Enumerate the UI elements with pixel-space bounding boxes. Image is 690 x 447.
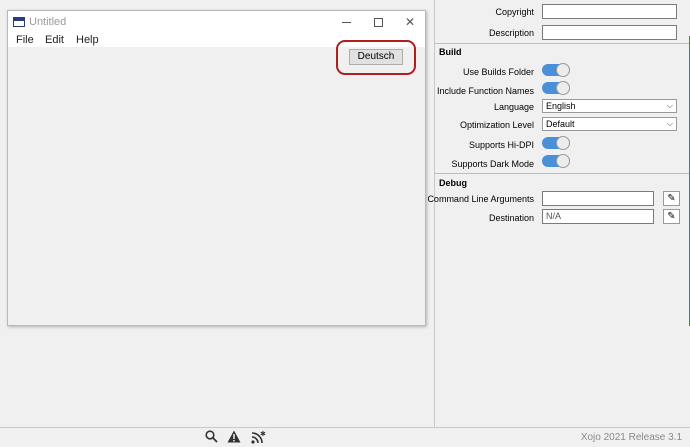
close-button[interactable]: ✕ bbox=[395, 12, 425, 32]
version-label: Xojo 2021 Release 3.1 bbox=[580, 432, 682, 443]
toggle-knob bbox=[556, 136, 570, 150]
warning-icon[interactable] bbox=[226, 430, 242, 446]
description-field[interactable] bbox=[542, 25, 677, 40]
pencil-icon: ✎ bbox=[667, 193, 676, 204]
destination-field[interactable]: N/A bbox=[542, 209, 654, 224]
deutsch-button[interactable]: Deutsch bbox=[349, 49, 403, 65]
edit-destination-button[interactable]: ✎ bbox=[663, 209, 680, 224]
toggle-knob bbox=[556, 81, 570, 95]
minimize-button[interactable] bbox=[331, 12, 361, 32]
window-app-icon bbox=[13, 17, 25, 27]
section-divider bbox=[435, 43, 690, 44]
chevron-down-icon: ⌵ bbox=[666, 101, 673, 110]
close-icon: ✕ bbox=[404, 15, 416, 29]
window-titlebar[interactable]: Untitled ✕ bbox=[8, 11, 425, 33]
edit-command-line-button[interactable]: ✎ bbox=[663, 191, 680, 206]
status-bar: ✱ Xojo 2021 Release 3.1 bbox=[0, 427, 690, 447]
chevron-down-icon: ⌵ bbox=[666, 119, 673, 128]
language-label: Language bbox=[493, 102, 534, 112]
inspector-panel: Copyright Description Build Use Builds F… bbox=[427, 0, 690, 427]
include-function-names-label: Include Function Names bbox=[436, 86, 534, 96]
maximize-button[interactable] bbox=[363, 12, 393, 32]
include-function-names-toggle[interactable] bbox=[542, 81, 570, 95]
use-builds-folder-toggle[interactable] bbox=[542, 63, 570, 77]
copyright-label: Copyright bbox=[495, 7, 534, 17]
build-section-header: Build bbox=[439, 47, 462, 57]
minimize-icon bbox=[341, 22, 351, 24]
pencil-icon: ✎ bbox=[667, 211, 676, 222]
copyright-field[interactable] bbox=[542, 4, 677, 19]
supports-hidpi-label: Supports Hi-DPI bbox=[468, 140, 534, 150]
toggle-knob bbox=[556, 63, 570, 77]
layout-editor-canvas[interactable]: Untitled ✕ File Edit Help Deutsch bbox=[0, 0, 434, 427]
use-builds-folder-label: Use Builds Folder bbox=[462, 67, 534, 77]
toggle-knob bbox=[556, 154, 570, 168]
menu-help[interactable]: Help bbox=[76, 34, 99, 46]
menu-file[interactable]: File bbox=[16, 34, 34, 46]
optimization-level-value: Default bbox=[546, 119, 575, 129]
feed-icon[interactable]: ✱ bbox=[250, 430, 266, 446]
menu-edit[interactable]: Edit bbox=[45, 34, 64, 46]
optimization-level-label: Optimization Level bbox=[459, 120, 534, 130]
debug-section-header: Debug bbox=[439, 178, 467, 188]
destination-label: Destination bbox=[488, 213, 534, 223]
window-title: Untitled bbox=[29, 16, 67, 28]
description-label: Description bbox=[488, 28, 534, 38]
svg-text:✱: ✱ bbox=[260, 430, 266, 438]
language-select[interactable]: English ⌵ bbox=[542, 99, 677, 113]
section-divider bbox=[435, 173, 690, 174]
supports-dark-mode-toggle[interactable] bbox=[542, 154, 570, 168]
command-line-arguments-label: Command Line Arguments bbox=[427, 194, 534, 204]
supports-hidpi-toggle[interactable] bbox=[542, 136, 570, 150]
language-value: English bbox=[546, 101, 576, 111]
search-icon[interactable] bbox=[203, 430, 219, 446]
maximize-icon bbox=[373, 18, 383, 28]
optimization-level-select[interactable]: Default ⌵ bbox=[542, 117, 677, 131]
supports-dark-mode-label: Supports Dark Mode bbox=[451, 159, 534, 169]
command-line-arguments-field[interactable] bbox=[542, 191, 654, 206]
